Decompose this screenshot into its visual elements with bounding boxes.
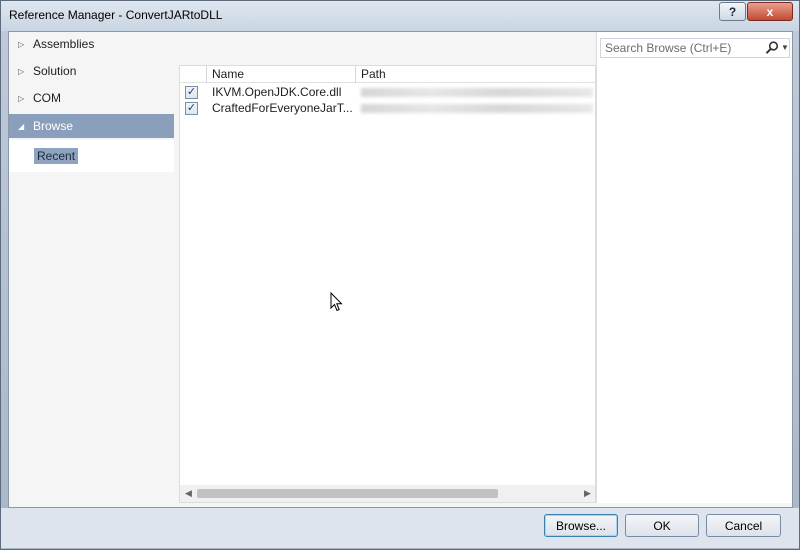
table-row[interactable]: ✓ IKVM.OpenJDK.Core.dll <box>180 84 595 100</box>
reference-manager-window: Reference Manager - ConvertJARtoDLL ? x … <box>0 0 800 550</box>
help-button[interactable]: ? <box>719 2 746 21</box>
browse-button[interactable]: Browse... <box>544 514 618 537</box>
search-input[interactable] <box>601 39 761 57</box>
search-icon[interactable] <box>764 40 780 56</box>
close-button[interactable]: x <box>747 2 793 21</box>
nav-item-label: Solution <box>33 64 77 78</box>
cancel-button[interactable]: Cancel <box>706 514 781 537</box>
collapse-arrow-icon[interactable]: ◢ <box>18 122 28 131</box>
reference-path-blurred <box>361 104 593 113</box>
nav-item-label: COM <box>33 91 61 105</box>
scrollbar-thumb[interactable] <box>197 489 498 498</box>
cancel-button-label: Cancel <box>724 518 763 533</box>
dialog-footer: Browse... OK Cancel <box>1 508 799 548</box>
nav-item-assemblies[interactable]: ▷ Assemblies <box>9 32 174 56</box>
results-list: Name Path ✓ IKVM.OpenJDK.Core.dll ✓ Craf… <box>179 65 596 503</box>
details-pane: ▼ <box>596 32 792 503</box>
nav-item-solution[interactable]: ▷ Solution <box>9 59 174 83</box>
ok-button-label: OK <box>653 518 671 533</box>
table-row[interactable]: ✓ CraftedForEveryoneJarT... <box>180 100 595 116</box>
include-checkbox[interactable]: ✓ <box>185 86 198 99</box>
close-icon: x <box>766 4 774 19</box>
column-header-path[interactable]: Path <box>357 66 595 83</box>
nav-item-com[interactable]: ▷ COM <box>9 86 174 110</box>
include-checkbox[interactable]: ✓ <box>185 102 198 115</box>
reference-name: IKVM.OpenJDK.Core.dll <box>212 85 342 99</box>
ok-button[interactable]: OK <box>625 514 699 537</box>
title-bar[interactable]: Reference Manager - ConvertJARtoDLL ? x <box>1 1 799 31</box>
search-options-dropdown-icon[interactable]: ▼ <box>781 43 789 52</box>
nav-item-browse[interactable]: ◢ Browse <box>9 114 174 138</box>
reference-name: CraftedForEveryoneJarT... <box>212 101 352 115</box>
column-header-checkbox <box>180 66 207 83</box>
category-nav: ▷ Assemblies ▷ Solution ▷ COM ◢ Browse R… <box>9 32 175 172</box>
search-box[interactable]: ▼ <box>600 38 790 58</box>
reference-path-blurred <box>361 88 593 97</box>
expand-arrow-icon[interactable]: ▷ <box>18 94 28 103</box>
nav-subitem-recent[interactable]: Recent <box>34 148 79 164</box>
scroll-right-icon[interactable]: ▶ <box>584 488 591 499</box>
column-header-row: Name Path <box>180 66 595 83</box>
browse-subitems: Recent <box>9 140 174 172</box>
nav-item-label: Browse <box>33 119 74 133</box>
help-icon: ? <box>728 4 737 19</box>
expand-arrow-icon[interactable]: ▷ <box>18 40 28 49</box>
horizontal-scrollbar[interactable]: ◀ ▶ <box>180 485 595 502</box>
dialog-content: ▷ Assemblies ▷ Solution ▷ COM ◢ Browse R… <box>8 31 793 508</box>
browse-button-label: Browse... <box>555 518 606 533</box>
scroll-left-icon[interactable]: ◀ <box>185 488 192 499</box>
column-header-name[interactable]: Name <box>208 66 356 83</box>
mouse-cursor-icon <box>330 292 343 312</box>
window-title: Reference Manager - ConvertJARtoDLL <box>9 8 223 22</box>
nav-item-label: Assemblies <box>33 37 95 51</box>
expand-arrow-icon[interactable]: ▷ <box>18 67 28 76</box>
